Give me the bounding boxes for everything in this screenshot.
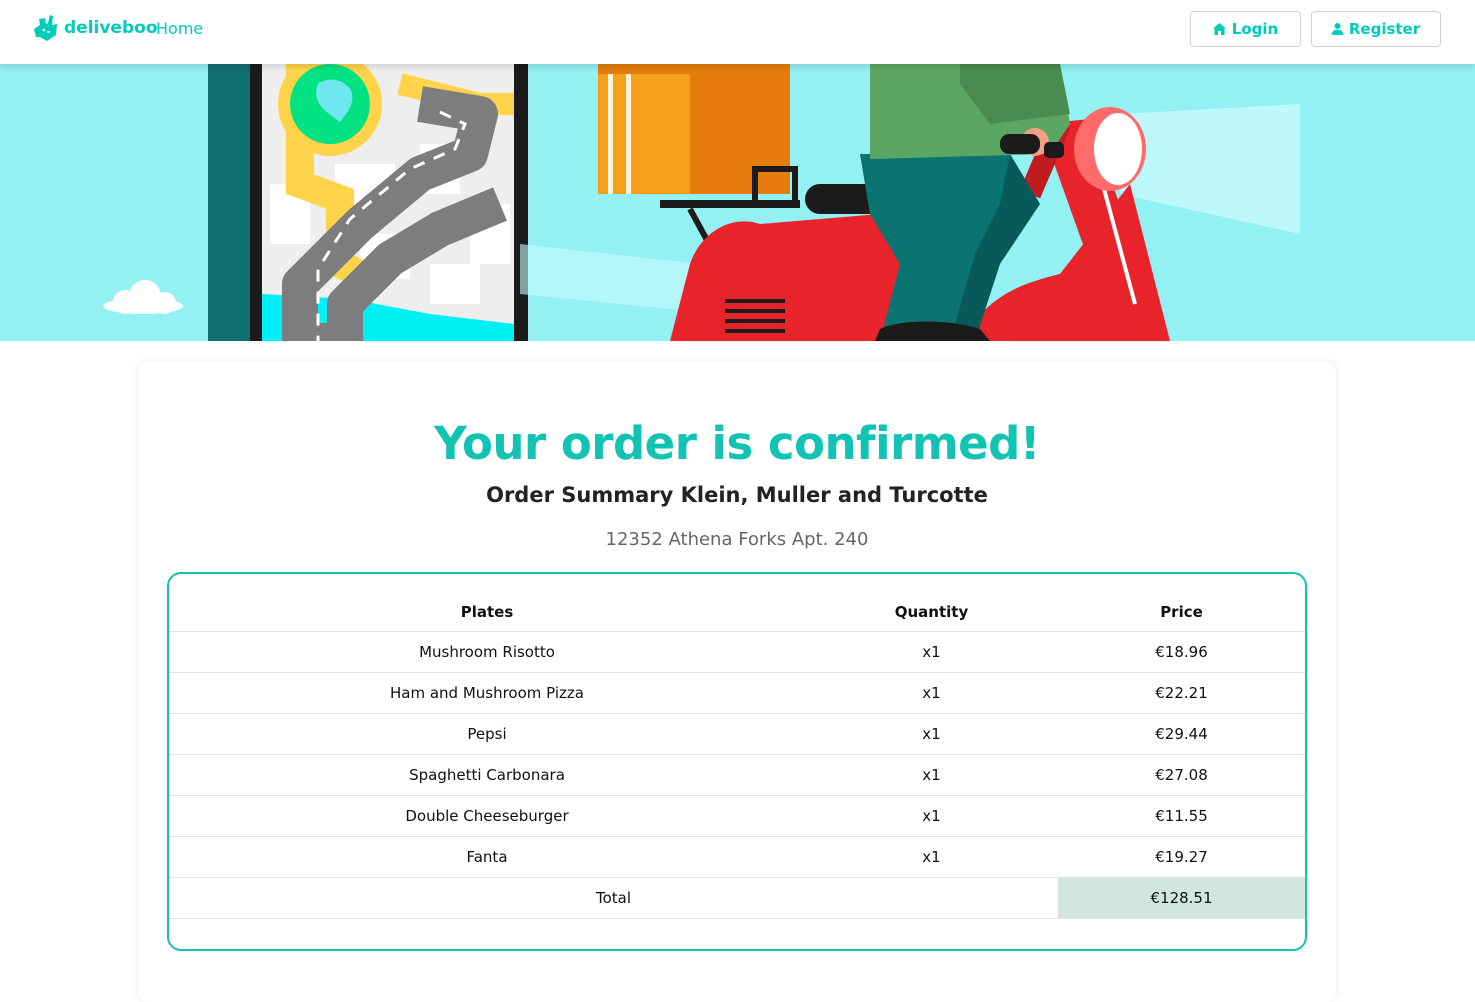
plate-price: €19.27: [1058, 836, 1305, 878]
plate-name: Fanta: [169, 836, 805, 878]
table-row: Double Cheeseburger x1 €11.55: [169, 795, 1305, 837]
plate-quantity: x1: [805, 754, 1058, 796]
plate-name: Double Cheeseburger: [169, 795, 805, 837]
plate-quantity: x1: [805, 672, 1058, 714]
table-row: Mushroom Risotto x1 €18.96: [169, 631, 1305, 673]
plate-quantity: x1: [805, 795, 1058, 837]
deliveroo-logo-icon: [34, 15, 57, 41]
brand-link[interactable]: deliveboo: [34, 15, 158, 41]
page-title: Your order is confirmed!: [434, 417, 1040, 470]
navbar: deliveboo Home Login Register: [0, 0, 1475, 64]
register-button[interactable]: Register: [1311, 11, 1441, 47]
register-label: Register: [1348, 20, 1421, 38]
plate-price: €22.21: [1058, 672, 1305, 714]
login-label: Login: [1231, 20, 1279, 38]
column-header-price: Price: [1058, 574, 1305, 632]
plate-quantity: x1: [805, 631, 1058, 673]
plate-name: Ham and Mushroom Pizza: [169, 672, 805, 714]
order-table-container: Plates Quantity Price Mushroom Risotto x…: [167, 572, 1307, 951]
plate-name: Mushroom Risotto: [169, 631, 805, 673]
total-row: Total €128.51: [169, 877, 1305, 919]
brand-name: deliveboo: [64, 18, 158, 38]
delivery-scooter-illustration: [0, 64, 1475, 341]
total-label: Total: [169, 877, 1058, 919]
delivery-address: 12352 Athena Forks Apt. 240: [605, 529, 869, 550]
order-table: Plates Quantity Price Mushroom Risotto x…: [169, 574, 1305, 919]
hero-banner: [0, 64, 1475, 341]
table-row: Spaghetti Carbonara x1 €27.08: [169, 754, 1305, 796]
plate-name: Pepsi: [169, 713, 805, 755]
plate-price: €18.96: [1058, 631, 1305, 673]
plate-price: €11.55: [1058, 795, 1305, 837]
table-row: Ham and Mushroom Pizza x1 €22.21: [169, 672, 1305, 714]
plate-price: €27.08: [1058, 754, 1305, 796]
total-value: €128.51: [1058, 877, 1305, 919]
order-summary-heading: Order Summary Klein, Muller and Turcotte: [486, 483, 988, 507]
plate-quantity: x1: [805, 713, 1058, 755]
column-header-quantity: Quantity: [805, 574, 1058, 632]
login-button[interactable]: Login: [1190, 11, 1301, 47]
table-row: Fanta x1 €19.27: [169, 836, 1305, 878]
order-confirmation-card: Your order is confirmed! Order Summary K…: [138, 362, 1336, 1002]
plate-name: Spaghetti Carbonara: [169, 754, 805, 796]
table-row: Pepsi x1 €29.44: [169, 713, 1305, 755]
table-header-row: Plates Quantity Price: [169, 574, 1305, 632]
home-icon: [1212, 23, 1226, 35]
user-icon: [1331, 23, 1343, 35]
plate-price: €29.44: [1058, 713, 1305, 755]
nav-home-link[interactable]: Home: [156, 19, 203, 38]
column-header-plates: Plates: [169, 574, 805, 632]
plate-quantity: x1: [805, 836, 1058, 878]
